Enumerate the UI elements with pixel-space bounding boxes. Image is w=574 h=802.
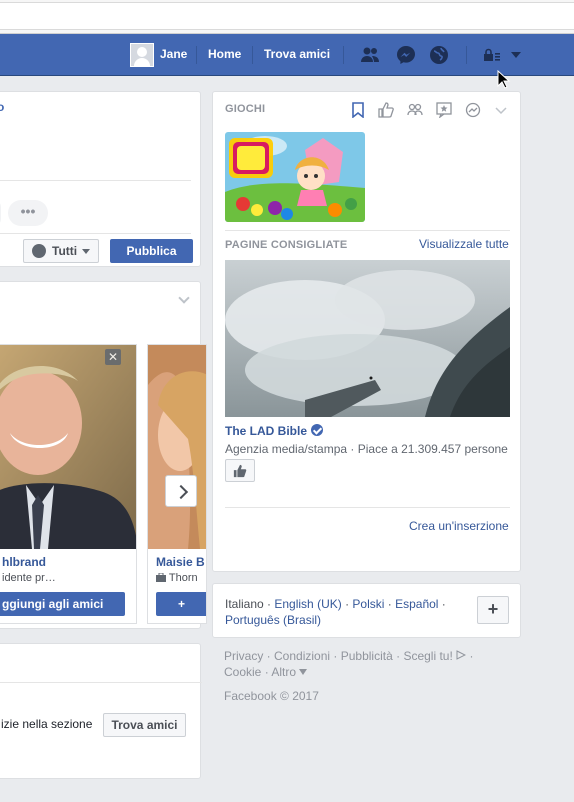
next-arrow-button[interactable]: [165, 475, 197, 507]
nav-divider: [252, 46, 253, 64]
person-photo[interactable]: [148, 345, 206, 549]
suggested-pages-title: PAGINE CONSIGLIATE: [225, 239, 348, 251]
footer-link[interactable]: Scegli tu!: [403, 649, 452, 663]
page-name-link[interactable]: The LAD Bible: [225, 424, 324, 438]
like-page-button[interactable]: [225, 459, 255, 482]
bookmark-icon[interactable]: [350, 102, 366, 118]
work-icon: [156, 572, 166, 582]
add-friend-button[interactable]: +: [156, 592, 206, 616]
see-all-link[interactable]: Visualizzale tutte: [419, 237, 509, 251]
address-bar[interactable]: [0, 2, 574, 30]
nav-divider: [196, 46, 197, 64]
language-link[interactable]: English (UK): [274, 597, 341, 611]
current-language: Italiano: [225, 597, 264, 611]
find-friends-link[interactable]: Trova amici: [264, 47, 330, 61]
friends-icon[interactable]: [407, 102, 423, 118]
composer-tab-link[interactable]: o: [0, 100, 4, 114]
mouse-pointer-icon: [497, 70, 511, 89]
divider: [225, 230, 510, 231]
person-work: idente pr…: [2, 572, 56, 584]
more-options-button[interactable]: •••: [8, 200, 48, 226]
copyright: Facebook © 2017: [224, 689, 319, 703]
language-link[interactable]: Español: [395, 597, 438, 611]
add-friend-plus: +: [178, 597, 186, 611]
globe-icon: [32, 244, 46, 258]
composer-option-pill[interactable]: [0, 200, 1, 226]
dropdown-arrow-icon[interactable]: [299, 669, 308, 675]
page-meta: Agenzia media/stampa · Piace a 21.309.45…: [225, 442, 508, 456]
friend-requests-icon[interactable]: [360, 45, 380, 65]
nav-divider: [343, 46, 344, 64]
audience-label: Tutti: [52, 244, 78, 258]
person-name[interactable]: hlbrand: [2, 555, 46, 569]
language-list: Italiano · English (UK) · Polski · Españ…: [225, 597, 446, 627]
profile-link[interactable]: Jane: [160, 47, 187, 61]
dropdown-arrow-icon: [82, 249, 90, 254]
home-link[interactable]: Home: [208, 47, 241, 61]
divider: [225, 507, 510, 508]
footer-link[interactable]: Privacy: [224, 649, 263, 663]
featured-icon[interactable]: [436, 102, 452, 118]
people-you-may-know-card: ✕ hlbrand idente pr… ggiungi agli amici …: [0, 281, 207, 629]
right-sidebar-card: GIOCHI PAGINE CONSIGLIATE Visualizzale t…: [212, 91, 521, 572]
publish-button[interactable]: Pubblica: [110, 239, 193, 263]
person-photo[interactable]: [0, 345, 136, 549]
verified-badge-icon: [311, 424, 324, 436]
account-menu-chevron-down-icon[interactable]: [511, 52, 521, 58]
games-title: GIOCHI: [225, 103, 266, 115]
person-work: Thorn: [156, 572, 198, 584]
person-name[interactable]: Maisie B: [156, 555, 205, 569]
nav-divider: [466, 46, 467, 64]
footer-link[interactable]: Pubblicità: [341, 649, 393, 663]
footer-links: Privacy · Condizioni · Pubblicità · Sceg…: [224, 649, 474, 679]
candy-crush-game-thumbnail[interactable]: [225, 132, 365, 222]
user-avatar[interactable]: [130, 43, 154, 67]
adchoices-icon[interactable]: [456, 650, 467, 660]
audience-selector[interactable]: Tutti: [23, 239, 99, 263]
divider: [0, 180, 191, 181]
suggested-page-cover-photo[interactable]: [225, 260, 510, 417]
divider: [0, 682, 202, 683]
footer-link[interactable]: Altro: [271, 665, 296, 679]
chevron-down-icon[interactable]: [493, 102, 509, 118]
notifications-globe-icon[interactable]: [429, 45, 449, 65]
prompt-text: izie nella sezione: [1, 717, 93, 731]
language-selector-card: Italiano · English (UK) · Polski · Españ…: [212, 583, 521, 638]
close-icon[interactable]: ✕: [105, 349, 121, 365]
find-friends-button[interactable]: Trova amici: [103, 713, 186, 737]
divider: [0, 233, 191, 234]
footer: Privacy · Condizioni · Pubblicità · Sceg…: [224, 648, 524, 704]
add-friend-button[interactable]: ggiungi agli amici: [0, 592, 125, 616]
browser-chrome: [0, 0, 574, 34]
chevron-down-icon[interactable]: [178, 292, 190, 304]
language-link[interactable]: Português (Brasil): [225, 613, 321, 627]
footer-link[interactable]: Cookie: [224, 665, 261, 679]
messenger-icon[interactable]: [396, 45, 416, 65]
thumbs-up-icon: [233, 464, 247, 478]
create-ad-link[interactable]: Crea un'inserzione: [409, 519, 509, 533]
top-navigation-bar: Jane Home Trova amici: [0, 34, 574, 76]
privacy-shortcuts-icon[interactable]: [482, 45, 502, 65]
person-card: ✕ hlbrand idente pr… ggiungi agli amici: [0, 344, 137, 624]
activity-icon[interactable]: [465, 102, 481, 118]
page-name: The LAD Bible: [225, 424, 308, 438]
post-composer: o ••• Tutti Pubblica: [0, 91, 201, 267]
more-languages-button[interactable]: +: [477, 596, 509, 624]
add-friend-label: ggiungi agli amici: [2, 597, 104, 611]
find-friends-prompt-card: izie nella sezione Trova amici: [0, 643, 202, 779]
person-work-text: Thorn: [168, 572, 198, 584]
footer-link[interactable]: Condizioni: [274, 649, 330, 663]
thumbs-up-icon[interactable]: [378, 102, 394, 118]
language-link[interactable]: Polski: [352, 597, 384, 611]
